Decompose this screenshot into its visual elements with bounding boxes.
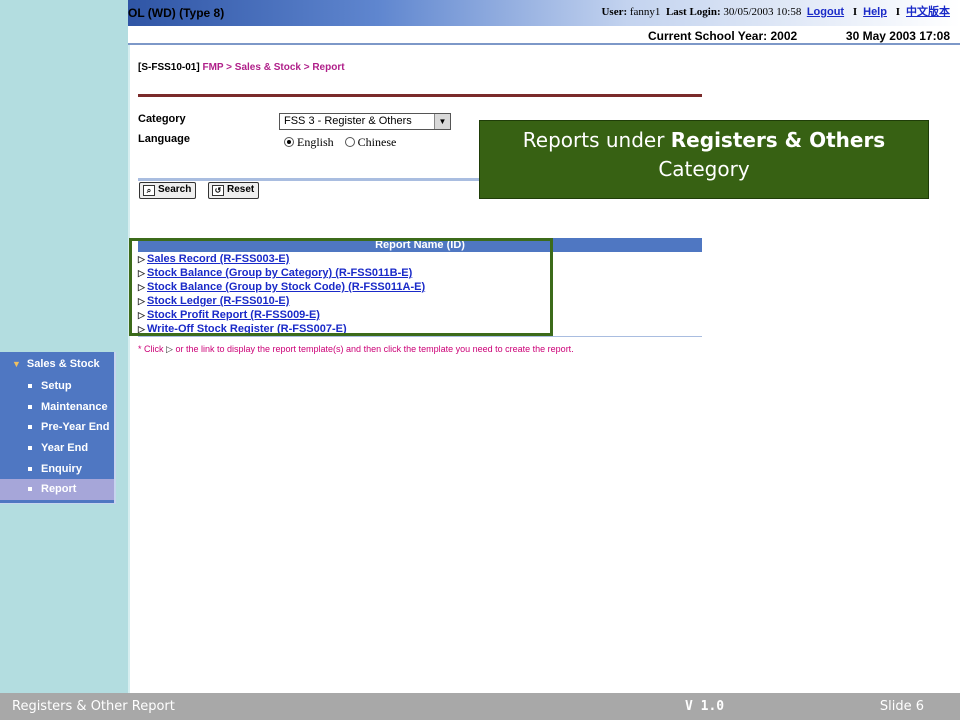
- category-select[interactable]: FSS 3 - Register & Others ▼: [279, 113, 451, 130]
- chinese-label: Chinese: [357, 135, 397, 149]
- search-button-label: Search: [158, 184, 192, 195]
- report-link[interactable]: Write-Off Stock Register (R-FSS007-E): [147, 323, 347, 335]
- side-menu: ▼ Sales & Stock Setup Maintenance Pre-Yea…: [0, 352, 116, 504]
- instruction-note: * Click ▷ or the link to display the rep…: [138, 344, 574, 355]
- list-item: ▷ Stock Balance (Group by Category) (R-FS…: [138, 266, 558, 280]
- callout-line2: Category: [658, 157, 750, 181]
- menu-section-label: Sales & Stock: [26, 358, 100, 370]
- language-option-chinese[interactable]: Chinese: [344, 135, 397, 149]
- category-value: FSS 3 - Register & Others: [284, 115, 412, 127]
- search-icon: ⌕: [143, 185, 155, 196]
- user-name: fanny1: [629, 6, 661, 18]
- menu-item-setup[interactable]: Setup: [0, 376, 114, 397]
- user-label: User:: [601, 6, 628, 18]
- school-year: Current School Year: 2002: [648, 29, 798, 43]
- user-info: User: fanny1 Last Login: 30/05/2003 10:5…: [601, 3, 950, 19]
- menu-item-label: Enquiry: [41, 462, 82, 475]
- callout-line1: Reports under Registers & Others: [480, 126, 928, 155]
- divider: [138, 94, 702, 97]
- callout-prefix: Reports under: [522, 128, 665, 152]
- system-title: OL (WD) (Type 8): [128, 6, 225, 20]
- help-link[interactable]: Help: [863, 6, 887, 18]
- collapse-chevron-icon: ▼: [12, 359, 21, 369]
- list-item: ▷ Stock Ledger (R-FSS010-E): [138, 294, 558, 308]
- menu-item-label: Report: [41, 483, 77, 496]
- left-strip: [0, 0, 128, 693]
- report-list: ▷ Sales Record (R-FSS003-E) ▷ Stock Balanc…: [138, 252, 558, 336]
- screen-code: [S-FSS10-01]: [138, 62, 200, 73]
- expand-triangle-icon[interactable]: ▷: [138, 322, 147, 336]
- footer-slide-number: Slide 6: [879, 699, 924, 714]
- language-label: Language: [138, 133, 190, 145]
- menu-item-label: Setup: [41, 380, 72, 392]
- logout-link[interactable]: Logout: [807, 6, 844, 18]
- list-item: ▷ Stock Profit Report (R-FSS009-E): [138, 308, 558, 322]
- menu-item-label: Year End: [41, 442, 89, 455]
- note-prefix: * Click: [138, 344, 164, 354]
- list-item: ▷ Write-Off Stock Register (R-FSS007-E): [138, 322, 558, 336]
- report-link[interactable]: Stock Balance (Group by Stock Code) (R-F…: [147, 281, 425, 293]
- menu-item-label: Pre-Year End: [41, 421, 110, 434]
- chinese-version-link[interactable]: 中文版本: [906, 6, 950, 18]
- expand-triangle-icon[interactable]: ▷: [138, 280, 147, 294]
- expand-triangle-icon[interactable]: ▷: [138, 308, 147, 322]
- reset-icon: ↺: [212, 185, 224, 196]
- current-datetime: 30 May 2003 17:08: [845, 29, 950, 43]
- menu-item-label: Maintenance: [41, 400, 108, 413]
- expand-triangle-icon[interactable]: ▷: [138, 294, 147, 308]
- last-login-value: 30/05/2003 10:58: [723, 6, 802, 18]
- note-suffix: or the link to display the report templa…: [175, 344, 574, 354]
- app-header: OL (WD) (Type 8) User: fanny1 Last Login…: [128, 0, 960, 26]
- radio-english[interactable]: [284, 137, 294, 147]
- triangle-icon: ▷: [166, 344, 173, 354]
- reset-button-label: Reset: [227, 184, 255, 195]
- menu-item-enquiry[interactable]: Enquiry: [0, 459, 114, 480]
- status-bar: Current School Year: 2002 30 May 2003 17…: [128, 26, 960, 45]
- footer-title: Registers & Other Report: [12, 699, 175, 714]
- list-item: ▷ Sales Record (R-FSS003-E): [138, 252, 558, 266]
- english-label: English: [297, 135, 334, 149]
- callout-bold: Registers & Others: [670, 128, 886, 152]
- last-login-label: Last Login:: [665, 6, 721, 18]
- category-label: Category: [138, 113, 186, 125]
- separator: I: [852, 6, 858, 18]
- breadcrumb-path: FMP > Sales & Stock > Report: [202, 62, 345, 73]
- menu-section[interactable]: ▼ Sales & Stock: [0, 352, 114, 376]
- left-edge: [128, 0, 130, 693]
- expand-triangle-icon[interactable]: ▷: [138, 252, 147, 266]
- reset-button[interactable]: ↺ Reset: [208, 182, 260, 199]
- menu-item-maintenance[interactable]: Maintenance: [0, 397, 114, 418]
- dropdown-arrow-icon[interactable]: ▼: [434, 114, 450, 129]
- search-button[interactable]: ⌕ Search: [139, 182, 197, 199]
- report-link[interactable]: Stock Balance (Group by Category) (R-FSS…: [147, 267, 412, 279]
- report-table-header: Report Name (ID): [138, 238, 702, 252]
- menu-item-pre-year-end[interactable]: Pre-Year End: [0, 417, 114, 438]
- callout-box: Reports under Registers & Others Categor…: [479, 120, 929, 199]
- divider: [138, 336, 702, 337]
- language-option-english[interactable]: English: [284, 135, 334, 149]
- list-item: ▷ Stock Balance (Group by Stock Code) (R-…: [138, 280, 558, 294]
- menu-item-year-end[interactable]: Year End: [0, 438, 114, 459]
- breadcrumb: [S-FSS10-01] FMP > Sales & Stock > Repor…: [138, 62, 345, 73]
- report-link[interactable]: Sales Record (R-FSS003-E): [147, 253, 289, 265]
- expand-triangle-icon[interactable]: ▷: [138, 266, 147, 280]
- language-radio-group: English Chinese: [284, 135, 404, 150]
- radio-chinese[interactable]: [344, 137, 355, 147]
- report-link[interactable]: Stock Profit Report (R-FSS009-E): [147, 309, 320, 321]
- footer-version: V 1.0: [685, 699, 725, 714]
- report-link[interactable]: Stock Ledger (R-FSS010-E): [147, 295, 289, 307]
- menu-item-report[interactable]: Report: [0, 479, 114, 501]
- slide-footer: Registers & Other Report V 1.0 Slide 6: [0, 693, 960, 720]
- separator: I: [895, 6, 900, 18]
